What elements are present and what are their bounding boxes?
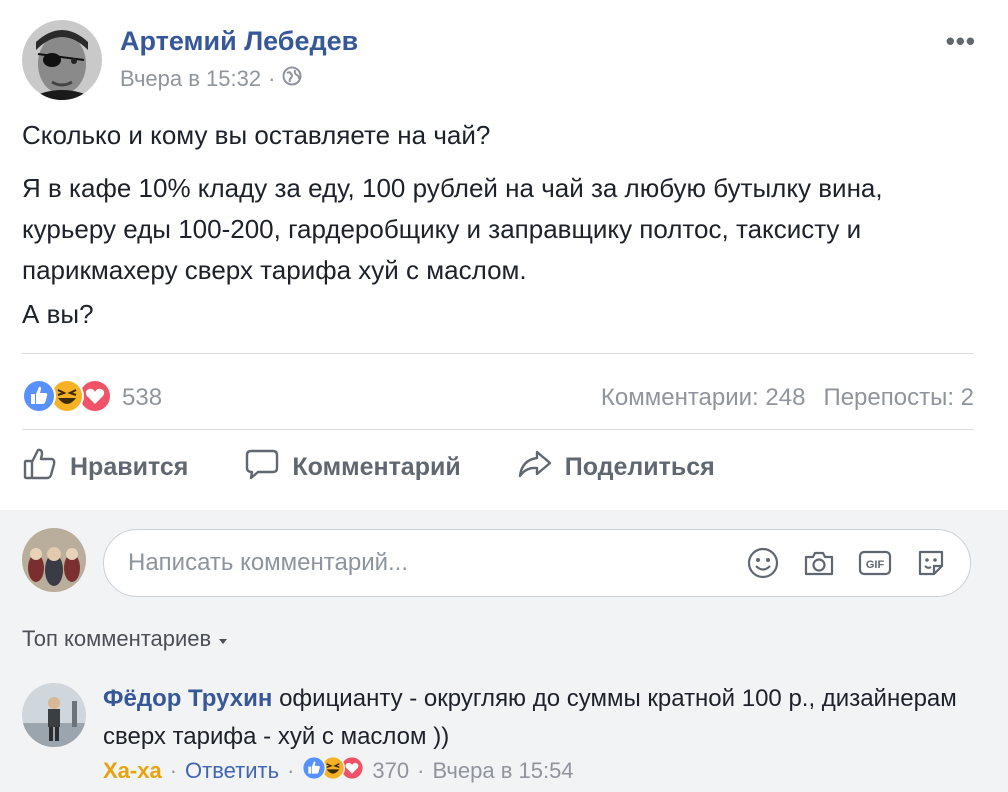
like-button[interactable]: Нравится [22, 446, 188, 489]
comment-input[interactable]: Написать комментарий... GIF [103, 529, 971, 597]
sticker-icon[interactable] [914, 546, 948, 585]
shares-count-link[interactable]: Перепосты: 2 [823, 384, 974, 412]
separator-dot: · [417, 758, 425, 783]
comment-reaction-label[interactable]: Ха-ха [103, 758, 162, 784]
share-label: Поделиться [564, 453, 715, 481]
like-icon [22, 378, 56, 418]
comment-sort-label: Топ комментариев [22, 626, 212, 651]
comment-reactions-count: 370 [372, 758, 410, 783]
post-paragraph: Сколько и кому вы оставляете на чай? [22, 120, 491, 150]
thumbs-up-icon [22, 446, 58, 489]
like-label: Нравится [70, 453, 189, 481]
post-author-name[interactable]: Артемий Лебедев [120, 26, 358, 57]
globe-icon[interactable] [282, 66, 302, 92]
post-meta: Вчера в 15:32 · [120, 66, 302, 92]
post-timestamp[interactable]: Вчера в 15:32 [120, 66, 261, 92]
like-icon [302, 756, 327, 786]
reactions-count: 538 [122, 384, 163, 411]
post-actions: Нравится Комментарий Поделиться [22, 446, 771, 489]
divider [22, 429, 974, 430]
post-paragraph: А вы? [22, 299, 94, 329]
comment-button[interactable]: Комментарий [244, 446, 461, 489]
post-paragraph: Я в кафе 10% кладу за еду, 100 рублей на… [22, 173, 883, 285]
separator-dot: · [169, 758, 178, 783]
separator-dot: · [268, 66, 276, 91]
comment-reactions[interactable]: 370 [302, 756, 409, 786]
svg-text:GIF: GIF [866, 559, 885, 571]
comment-placeholder: Написать комментарий... [128, 549, 409, 576]
divider [22, 353, 974, 354]
camera-icon[interactable] [802, 546, 836, 585]
caret-down-icon [217, 626, 229, 652]
share-arrow-icon [517, 446, 553, 489]
speech-bubble-icon [244, 446, 280, 489]
comment-label: Комментарий [292, 453, 461, 481]
commenter-name[interactable]: Фёдор Трухин [103, 685, 272, 712]
commenter-avatar[interactable] [22, 683, 86, 747]
gif-icon[interactable]: GIF [858, 546, 892, 585]
composer-tools: GIF [746, 546, 948, 585]
post-options-button[interactable]: ••• [946, 26, 976, 57]
reactions-summary[interactable]: 538 [22, 378, 162, 418]
comment-footer: Ха-ха · Ответить · 370 · Вчера в 15:54 [103, 756, 574, 786]
comment-body: Фёдор Трухин официанту - округляю до сум… [103, 680, 983, 756]
engagement-counts: Комментарии: 248 Перепосты: 2 [601, 384, 974, 412]
emoji-icon[interactable] [746, 546, 780, 585]
comment-timestamp[interactable]: Вчера в 15:54 [432, 758, 573, 784]
author-avatar[interactable] [22, 20, 102, 100]
reply-link[interactable]: Ответить [185, 758, 279, 784]
current-user-avatar[interactable] [22, 528, 86, 592]
comment-sort-dropdown[interactable]: Топ комментариев [22, 626, 229, 652]
comments-count-link[interactable]: Комментарии: 248 [601, 384, 806, 412]
separator-dot: · [287, 758, 295, 783]
share-button[interactable]: Поделиться [517, 446, 715, 489]
